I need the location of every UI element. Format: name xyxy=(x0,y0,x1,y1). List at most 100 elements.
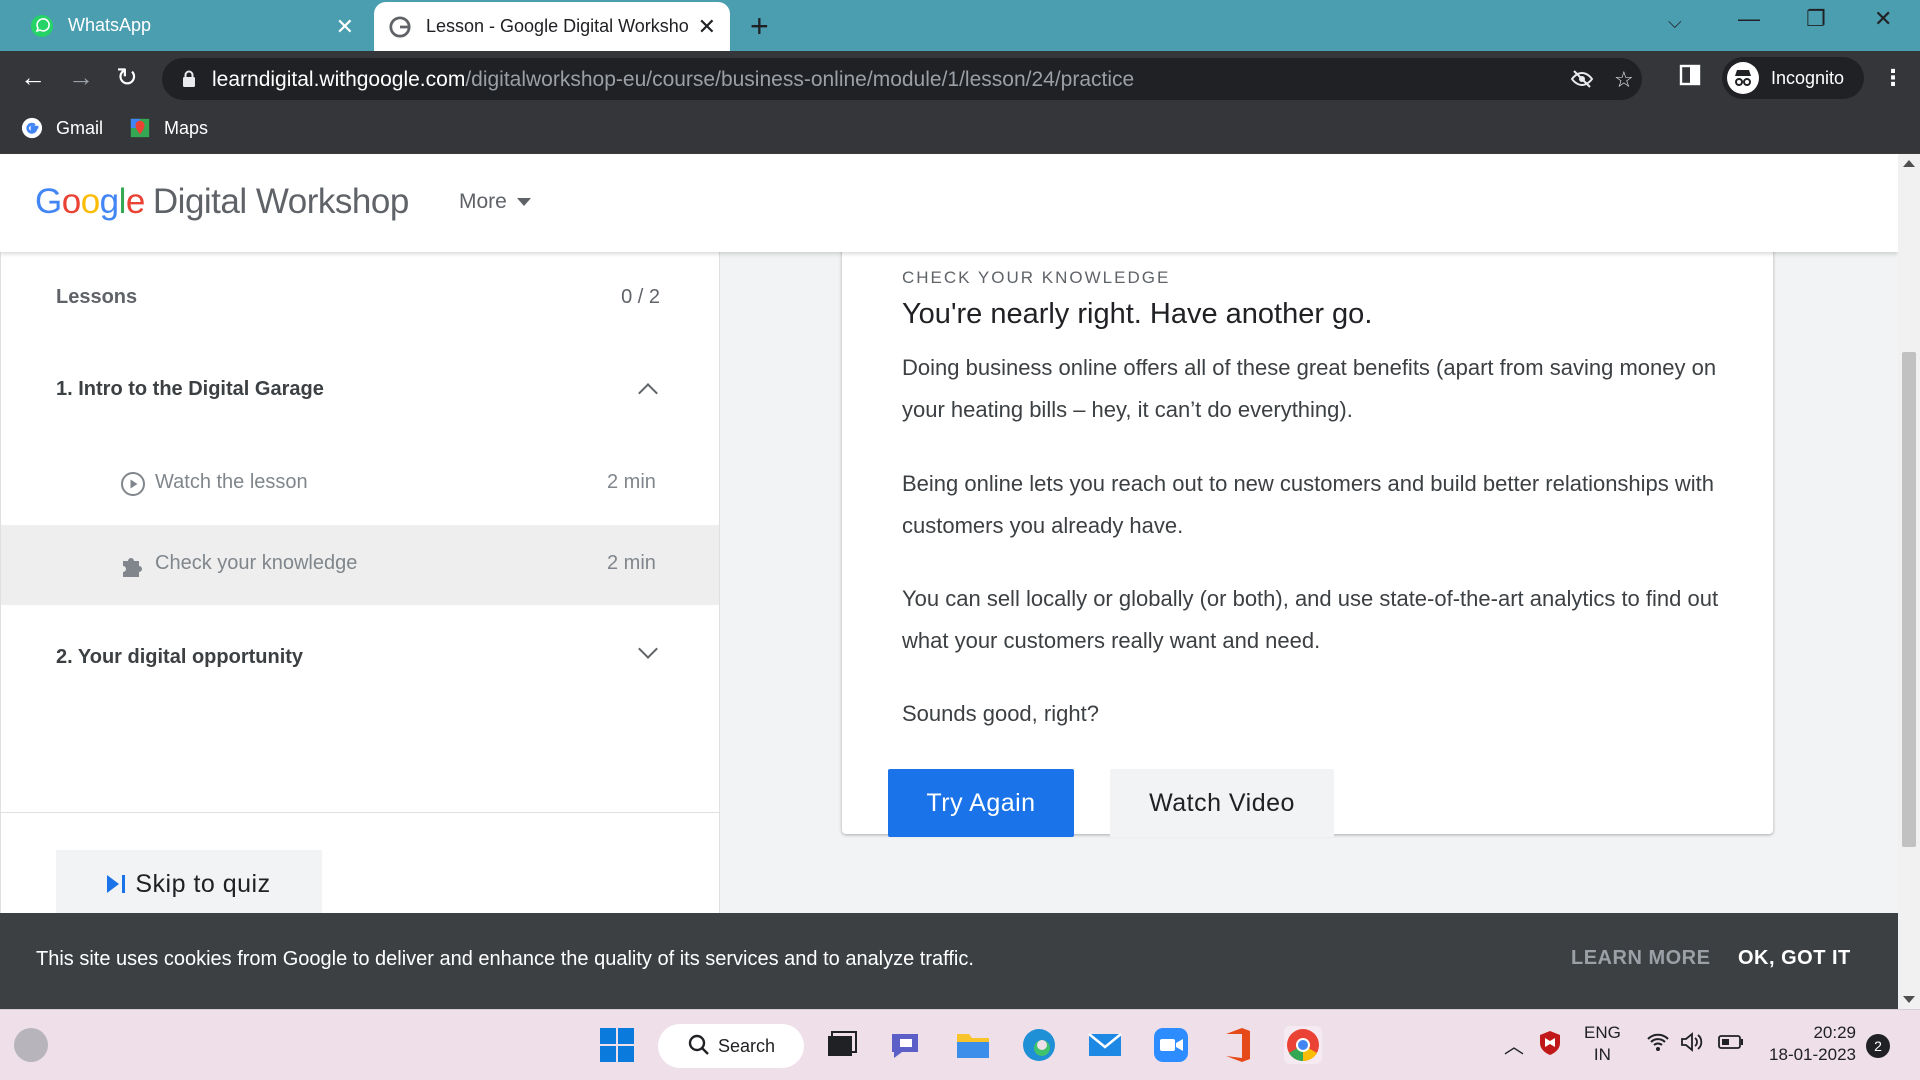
search-label: Search xyxy=(718,1035,776,1056)
puzzle-icon xyxy=(123,558,142,577)
windows-start-icon[interactable] xyxy=(598,1026,636,1064)
language-top: ENG xyxy=(1584,1023,1621,1042)
watch-video-button[interactable]: Watch Video xyxy=(1110,769,1334,837)
lesson-item-check-knowledge[interactable]: Check your knowledge 2 min xyxy=(1,525,719,605)
cookie-banner: This site uses cookies from Google to de… xyxy=(0,913,1898,1009)
zoom-icon[interactable] xyxy=(1152,1026,1190,1064)
bookmark-star-icon[interactable]: ☆ xyxy=(1614,67,1634,93)
chrome-icon[interactable] xyxy=(1284,1026,1322,1064)
card-eyebrow: CHECK YOUR KNOWLEDGE xyxy=(902,268,1171,287)
scroll-down-icon[interactable] xyxy=(1903,996,1915,1003)
search-icon xyxy=(688,1034,710,1061)
lessons-progress-count: 0 / 2 xyxy=(621,286,660,308)
bookmark-maps[interactable]: Maps xyxy=(128,116,208,140)
module-title: 2. Your digital opportunity xyxy=(56,646,304,668)
try-again-button[interactable]: Try Again xyxy=(888,769,1074,837)
notification-badge[interactable]: 2 xyxy=(1866,1034,1890,1058)
clock[interactable]: 20:29 18-01-2023 xyxy=(1766,1022,1856,1066)
clock-date: 18-01-2023 xyxy=(1769,1045,1856,1064)
browser-menu-icon[interactable]: ⋮ xyxy=(1882,65,1904,91)
mail-icon[interactable] xyxy=(1086,1026,1124,1064)
restore-icon[interactable]: ❐ xyxy=(1806,6,1826,32)
play-circle-icon xyxy=(121,472,145,496)
incognito-profile[interactable]: Incognito xyxy=(1722,57,1864,99)
edge-icon[interactable] xyxy=(1020,1026,1058,1064)
skip-to-quiz-button[interactable]: Skip to quiz xyxy=(56,850,322,918)
close-tab-icon[interactable]: ✕ xyxy=(336,14,354,40)
file-explorer-icon[interactable] xyxy=(954,1026,992,1064)
google-digital-workshop-logo[interactable]: Google Digital Workshop xyxy=(35,182,409,222)
ok-got-it-button[interactable]: OK, GOT IT xyxy=(1738,947,1851,970)
page-content: Google Digital Workshop More Lessons 0 / … xyxy=(0,154,1898,1009)
tab-search-chevron-icon[interactable]: ⌵ xyxy=(1668,12,1682,33)
volume-icon[interactable] xyxy=(1680,1032,1704,1057)
feedback-heading: You're nearly right. Have another go. xyxy=(902,298,1373,330)
tab-strip: WhatsApp ✕ Lesson - Google Digital Works… xyxy=(0,0,1920,51)
module-1-header[interactable]: 1. Intro to the Digital Garage xyxy=(1,352,719,432)
google-wordmark: Google xyxy=(35,182,145,221)
more-menu-button[interactable]: More xyxy=(459,190,531,214)
chevron-down-icon[interactable] xyxy=(638,639,658,659)
bookmark-label: Gmail xyxy=(56,117,104,138)
lesson-sidebar: Lessons 0 / 2 1. Intro to the Digital Ga… xyxy=(0,252,720,1009)
tab-whatsapp[interactable]: WhatsApp ✕ xyxy=(0,0,366,51)
caret-down-icon xyxy=(516,198,531,206)
lock-icon[interactable] xyxy=(182,70,196,88)
incognito-icon xyxy=(1727,62,1759,94)
language-indicator[interactable]: ENG IN xyxy=(1584,1022,1621,1066)
task-view-icon[interactable] xyxy=(822,1026,860,1064)
office-icon[interactable] xyxy=(1218,1026,1256,1064)
lesson-item-duration: 2 min xyxy=(607,471,656,493)
back-icon[interactable]: ← xyxy=(20,64,46,90)
battery-icon[interactable] xyxy=(1718,1034,1744,1055)
side-panel-icon[interactable] xyxy=(1678,63,1702,91)
sidebar-divider xyxy=(1,812,719,813)
wifi-icon[interactable] xyxy=(1646,1032,1670,1057)
tab-lesson[interactable]: Lesson - Google Digital Worksho ✕ xyxy=(374,2,730,51)
logo-product-name: Digital Workshop xyxy=(152,182,409,221)
lessons-header: Lessons 0 / 2 xyxy=(56,286,660,309)
url-text: learndigital.withgoogle.com/digitalworks… xyxy=(212,68,1134,92)
language-bottom: IN xyxy=(1593,1045,1611,1064)
more-label: More xyxy=(459,190,507,213)
window-close-icon[interactable]: ✕ xyxy=(1874,6,1892,32)
feedback-paragraph: Sounds good, right? xyxy=(902,701,1099,726)
eye-off-icon[interactable] xyxy=(1570,67,1594,97)
lesson-item-watch[interactable]: Watch the lesson 2 min xyxy=(1,444,719,524)
new-tab-icon[interactable]: + xyxy=(750,8,769,45)
page-scrollbar[interactable] xyxy=(1898,154,1920,1009)
module-title: 1. Intro to the Digital Garage xyxy=(56,378,324,400)
scrollbar-thumb[interactable] xyxy=(1902,352,1916,847)
weather-icon[interactable] xyxy=(14,1028,48,1062)
lesson-item-label: Check your knowledge xyxy=(155,552,358,574)
lesson-item-label: Watch the lesson xyxy=(155,471,308,493)
incognito-label: Incognito xyxy=(1771,67,1845,88)
address-bar[interactable]: learndigital.withgoogle.com/digitalworks… xyxy=(162,58,1642,100)
reload-icon[interactable]: ↻ xyxy=(116,64,138,90)
close-tab-icon[interactable]: ✕ xyxy=(698,14,716,40)
teams-chat-icon[interactable] xyxy=(888,1026,926,1064)
chevron-up-icon[interactable] xyxy=(638,383,658,403)
skip-icon-bar xyxy=(122,875,126,893)
lessons-label: Lessons xyxy=(56,286,138,308)
lesson-item-duration: 2 min xyxy=(607,552,656,574)
browser-toolbar: ← → ↻ learndigital.withgoogle.com/digita… xyxy=(0,51,1920,106)
taskbar-search[interactable]: Search xyxy=(658,1024,804,1068)
clock-time: 20:29 xyxy=(1813,1023,1856,1042)
bookmark-gmail[interactable]: Gmail xyxy=(20,116,103,140)
forward-icon[interactable]: → xyxy=(68,64,94,90)
maps-icon xyxy=(128,116,152,140)
feedback-paragraph: Doing business online offers all of thes… xyxy=(902,355,1717,422)
bookmarks-bar: Gmail Maps xyxy=(0,106,1920,154)
learn-more-link[interactable]: LEARN MORE xyxy=(1571,947,1710,970)
minimize-icon[interactable]: — xyxy=(1738,6,1760,32)
mcafee-icon[interactable] xyxy=(1538,1030,1562,1061)
module-2-header[interactable]: 2. Your digital opportunity xyxy=(1,620,719,700)
feedback-paragraph: You can sell locally or globally (or bot… xyxy=(902,586,1719,653)
quiz-feedback-card: CHECK YOUR KNOWLEDGE You're nearly right… xyxy=(842,234,1773,837)
skip-icon xyxy=(107,875,120,893)
show-hidden-icons-chevron[interactable]: ︿ xyxy=(1504,1030,1524,1059)
whatsapp-icon xyxy=(30,14,54,38)
scroll-up-icon[interactable] xyxy=(1903,160,1915,167)
skip-label: Skip to quiz xyxy=(135,869,271,898)
